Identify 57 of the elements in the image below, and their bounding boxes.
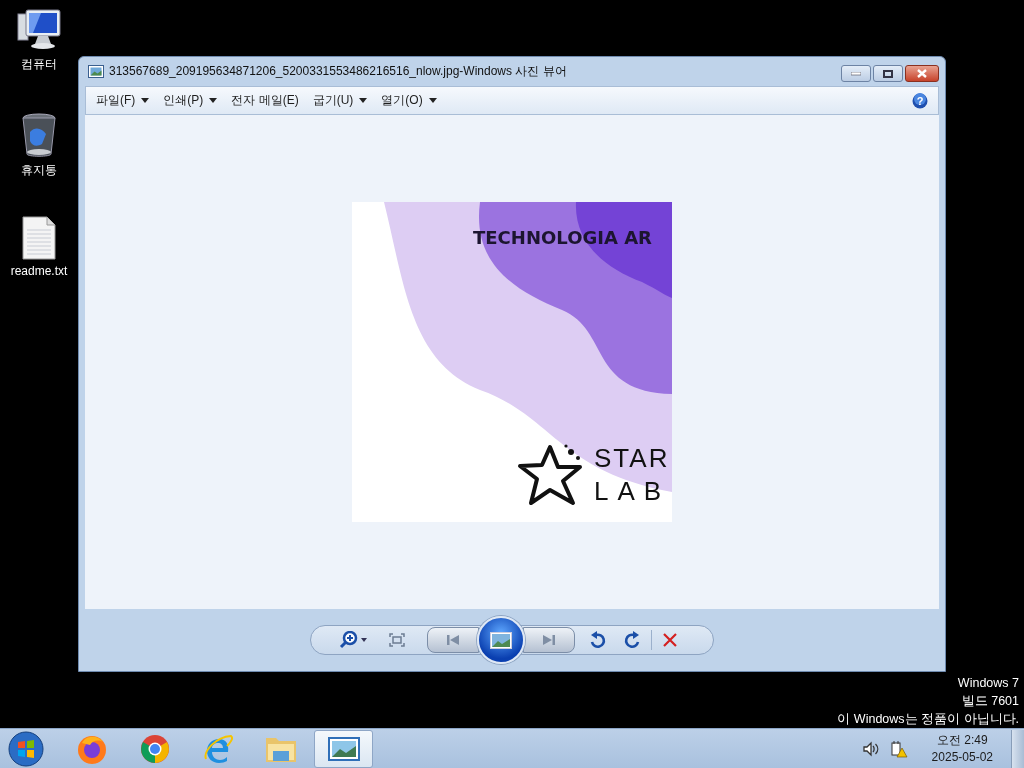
close-button[interactable] xyxy=(905,65,939,82)
rotate-left-icon xyxy=(589,631,607,649)
activation-notice-line: Windows 7 xyxy=(957,675,1019,692)
photo-viewer-icon xyxy=(326,735,361,762)
document-icon xyxy=(22,216,56,260)
clock-date: 2025-05-02 xyxy=(931,748,993,766)
logo-text: LAB xyxy=(594,476,671,506)
shortcut-label: 휴지통 xyxy=(21,162,57,179)
delete-icon xyxy=(662,632,678,648)
slideshow-button[interactable] xyxy=(477,616,525,664)
dropdown-arrow-icon xyxy=(359,98,368,103)
star-logo-icon xyxy=(518,444,582,505)
rotate-left-button[interactable] xyxy=(589,631,607,649)
desktop-shortcut[interactable]: 컴퓨터 xyxy=(3,8,75,96)
rotate-right-icon xyxy=(623,631,641,649)
previous-icon xyxy=(446,634,460,646)
menu-item[interactable]: 전자 메일(E) xyxy=(231,89,313,112)
shortcut-label: 컴퓨터 xyxy=(21,56,57,73)
photo-app-icon xyxy=(88,65,104,78)
fit-window-icon xyxy=(389,633,405,647)
close-icon xyxy=(917,69,927,78)
clock[interactable]: 오전 2:49 2025-05-02 xyxy=(931,731,993,766)
menu-item[interactable]: 굽기(U) xyxy=(312,89,382,112)
window-title: 313567689_209195634871206_5200331553486216516_nlow.jpg-Windows 사진 뷰어 xyxy=(109,63,568,80)
next-icon xyxy=(542,634,556,646)
start-button[interactable] xyxy=(6,730,46,767)
minimize-icon xyxy=(851,71,861,76)
zoom-in-icon xyxy=(339,631,369,649)
desktop-shortcut[interactable]: 휴지통 xyxy=(3,112,75,200)
clock-time: 오전 2:49 xyxy=(936,731,988,749)
shortcut-label: readme.txt xyxy=(10,264,68,278)
network-warning-icon[interactable] xyxy=(889,739,908,758)
menu-item[interactable]: 인쇄(P) xyxy=(163,89,232,112)
activation-notice-line: 이 Windows는 정품이 아닙니다. xyxy=(837,711,1019,728)
actual-size-button[interactable] xyxy=(389,633,405,647)
trash-bin-icon xyxy=(21,112,57,158)
dropdown-arrow-icon xyxy=(209,98,218,103)
maximize-icon xyxy=(883,69,893,78)
menu-item[interactable]: 열기(O) xyxy=(381,89,451,112)
menu-item[interactable]: 파일(F) xyxy=(96,89,164,112)
zoom-button[interactable] xyxy=(339,631,369,649)
maximize-button[interactable] xyxy=(873,65,903,82)
chrome-icon xyxy=(138,732,171,765)
rotate-right-button[interactable] xyxy=(623,631,641,649)
logo-text: STAR xyxy=(594,443,670,473)
speaker-icon[interactable] xyxy=(861,740,880,757)
image-headline: TECHNOLOGIA AR xyxy=(473,227,652,248)
delete-button[interactable] xyxy=(662,632,678,648)
taskbar-button[interactable] xyxy=(314,729,373,768)
windows-logo-icon xyxy=(8,730,44,767)
computer-icon xyxy=(16,8,62,52)
desktop-shortcut[interactable]: readme.txt xyxy=(3,216,75,304)
dropdown-arrow-icon xyxy=(428,98,437,103)
activation-notice-line: 빌드 7601 xyxy=(961,693,1019,710)
dropdown-arrow-icon xyxy=(141,98,150,103)
slideshow-icon xyxy=(490,631,512,649)
help-icon[interactable]: ? xyxy=(912,92,928,109)
